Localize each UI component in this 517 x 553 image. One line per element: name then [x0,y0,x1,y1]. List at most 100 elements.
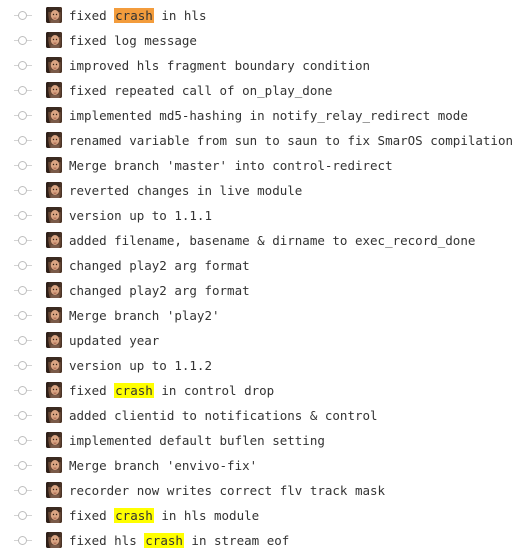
commit-row[interactable]: Merge branch 'play2' [0,303,517,328]
author-avatar[interactable] [46,57,62,73]
commit-row[interactable]: version up to 1.1.1 [0,203,517,228]
commit-message-text: Merge branch 'envivo-fix' [69,458,258,473]
commit-message-text: fixed repeated call of on_play_done [69,83,333,98]
commit-dot-icon [18,536,27,545]
commit-list: fixed crash in hls fixed log message imp… [0,3,517,553]
search-highlight: crash [114,383,154,398]
commit-graph [14,353,32,378]
author-avatar[interactable] [46,307,62,323]
author-avatar[interactable] [46,207,62,223]
commit-message[interactable]: implemented md5-hashing in notify_relay_… [69,107,468,124]
commit-row[interactable]: fixed hls crash in stream eof [0,528,517,553]
author-avatar[interactable] [46,182,62,198]
commit-graph [14,128,32,153]
commit-message[interactable]: fixed crash in hls module [69,507,259,524]
commit-message-text: in hls module [153,508,260,523]
commit-message[interactable]: version up to 1.1.2 [69,357,212,374]
commit-message[interactable]: fixed repeated call of on_play_done [69,82,332,99]
author-avatar[interactable] [46,7,62,23]
commit-row[interactable]: fixed crash in control drop [0,378,517,403]
author-avatar[interactable] [46,157,62,173]
commit-row[interactable]: fixed crash in hls [0,3,517,28]
commit-message-text: implemented default buflen setting [69,433,325,448]
author-avatar[interactable] [46,432,62,448]
author-avatar[interactable] [46,532,62,548]
commit-row[interactable]: Merge branch 'envivo-fix' [0,453,517,478]
commit-message-text: added clientid to notifications & contro… [69,408,378,423]
author-avatar[interactable] [46,407,62,423]
author-avatar[interactable] [46,32,62,48]
commit-message[interactable]: updated year [69,332,159,349]
commit-message[interactable]: Merge branch 'play2' [69,307,220,324]
commit-row[interactable]: added clientid to notifications & contro… [0,403,517,428]
commit-message-text: Merge branch 'play2' [69,308,220,323]
commit-message[interactable]: improved hls fragment boundary condition [69,57,370,74]
commit-message[interactable]: renamed variable from sun to saun to fix… [69,132,513,149]
commit-dot-icon [18,286,27,295]
commit-graph [14,378,32,403]
commit-row[interactable]: fixed log message [0,28,517,53]
commit-dot-icon [18,36,27,45]
commit-message[interactable]: recorder now writes correct flv track ma… [69,482,385,499]
commit-message[interactable]: added filename, basename & dirname to ex… [69,232,475,249]
commit-row[interactable]: fixed repeated call of on_play_done [0,78,517,103]
commit-graph [14,478,32,503]
author-avatar[interactable] [46,257,62,273]
commit-message[interactable]: reverted changes in live module [69,182,302,199]
commit-message-text: fixed [69,383,115,398]
author-avatar[interactable] [46,282,62,298]
commit-dot-icon [18,136,27,145]
commit-message[interactable]: fixed crash in control drop [69,382,274,399]
commit-message[interactable]: Merge branch 'master' into control-redir… [69,157,393,174]
commit-row[interactable]: recorder now writes correct flv track ma… [0,478,517,503]
author-avatar[interactable] [46,507,62,523]
commit-row[interactable]: renamed variable from sun to saun to fix… [0,128,517,153]
commit-row[interactable]: implemented default buflen setting [0,428,517,453]
commit-message[interactable]: Merge branch 'envivo-fix' [69,457,257,474]
commit-message[interactable]: implemented default buflen setting [69,432,325,449]
commit-message-text: changed play2 arg format [69,258,250,273]
commit-dot-icon [18,411,27,420]
author-avatar[interactable] [46,107,62,123]
commit-row[interactable]: added filename, basename & dirname to ex… [0,228,517,253]
author-avatar[interactable] [46,357,62,373]
commit-row[interactable]: fixed crash in hls module [0,503,517,528]
commit-row[interactable]: reverted changes in live module [0,178,517,203]
commit-row[interactable]: improved hls fragment boundary condition [0,53,517,78]
commit-message-text: updated year [69,333,160,348]
author-avatar[interactable] [46,482,62,498]
commit-message[interactable]: changed play2 arg format [69,257,250,274]
commit-row[interactable]: updated year [0,328,517,353]
author-avatar[interactable] [46,457,62,473]
commit-row[interactable]: Merge branch 'master' into control-redir… [0,153,517,178]
author-avatar[interactable] [46,132,62,148]
author-avatar[interactable] [46,332,62,348]
commit-dot-icon [18,386,27,395]
commit-message-text: version up to 1.1.2 [69,358,212,373]
commit-dot-icon [18,86,27,95]
commit-message[interactable]: changed play2 arg format [69,282,250,299]
commit-graph [14,303,32,328]
commit-message-text: fixed [69,508,115,523]
commit-row[interactable]: version up to 1.1.2 [0,353,517,378]
commit-graph [14,403,32,428]
commit-message[interactable]: version up to 1.1.1 [69,207,212,224]
commit-message[interactable]: added clientid to notifications & contro… [69,407,378,424]
author-avatar[interactable] [46,382,62,398]
commit-row[interactable]: changed play2 arg format [0,253,517,278]
commit-message-text: recorder now writes correct flv track ma… [69,483,386,498]
commit-dot-icon [18,261,27,270]
commit-row[interactable]: changed play2 arg format [0,278,517,303]
commit-message[interactable]: fixed log message [69,32,197,49]
search-highlight: crash [144,533,184,548]
search-highlight: crash [114,508,154,523]
commit-message[interactable]: fixed hls crash in stream eof [69,532,289,549]
commit-message-text: renamed variable from sun to saun to fix… [69,133,514,148]
commit-message[interactable]: fixed crash in hls [69,7,206,24]
commit-dot-icon [18,236,27,245]
commit-message-text: fixed log message [69,33,197,48]
author-avatar[interactable] [46,232,62,248]
commit-message-text: implemented md5-hashing in notify_relay_… [69,108,468,123]
commit-row[interactable]: implemented md5-hashing in notify_relay_… [0,103,517,128]
author-avatar[interactable] [46,82,62,98]
